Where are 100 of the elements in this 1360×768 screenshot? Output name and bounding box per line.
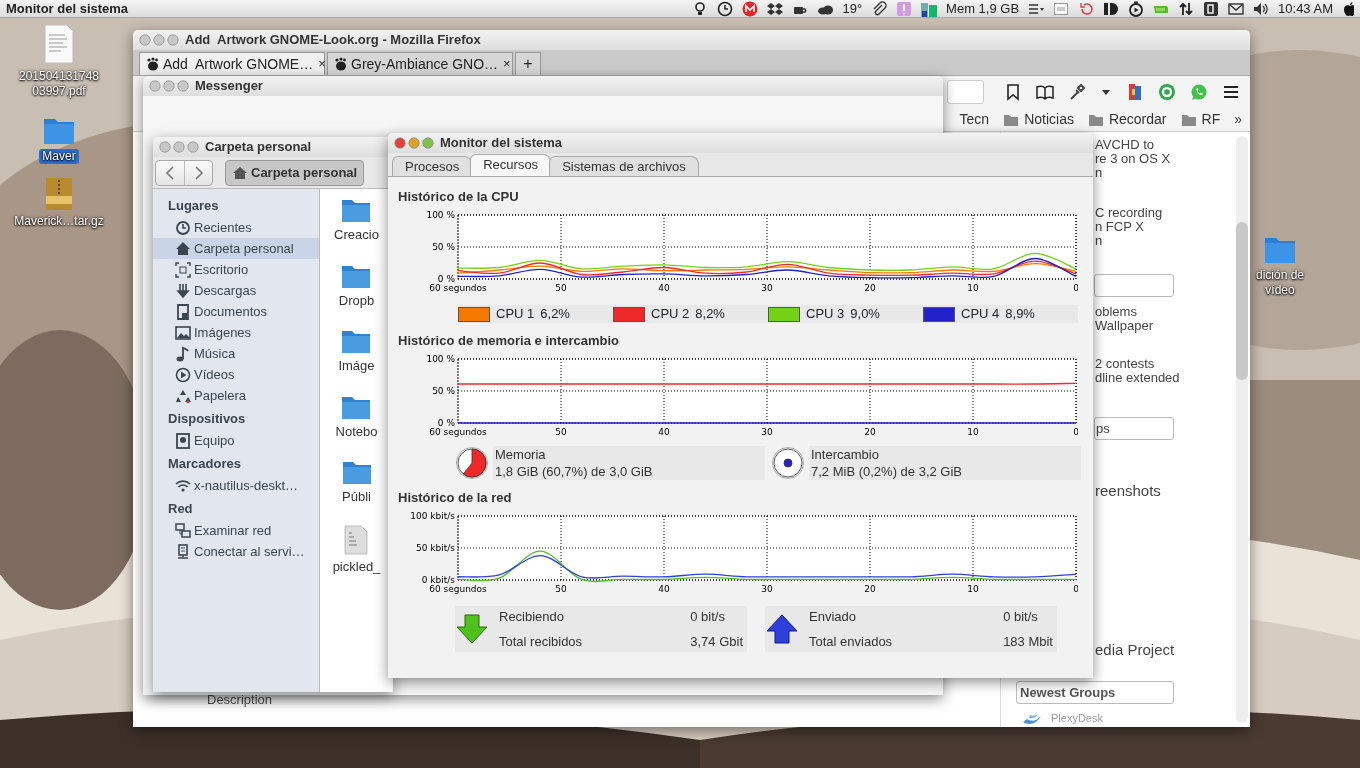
text-line: oblems (1095, 305, 1138, 319)
axis-label: 0 kbit/s (421, 575, 455, 585)
paperclip-icon[interactable] (871, 0, 888, 17)
badge-icon[interactable] (742, 0, 759, 17)
clock-icon[interactable] (717, 0, 734, 17)
mail-icon[interactable] (1228, 0, 1245, 17)
sidebar-item[interactable]: Conectar al servi… (153, 541, 319, 562)
image-icon (175, 324, 191, 341)
input-field[interactable] (1094, 274, 1174, 297)
home-icon (232, 165, 248, 180)
text-line: re 3 on OS X (1095, 152, 1172, 166)
half-disc-icon[interactable] (1103, 0, 1120, 17)
input-field[interactable]: ps (1094, 417, 1174, 440)
sidebar-item[interactable]: Carpeta personal (153, 238, 319, 259)
eyedropper-icon[interactable] (1068, 83, 1086, 101)
color-swatch[interactable] (458, 306, 490, 322)
square-icon[interactable] (1203, 0, 1220, 17)
legend-label: Intercambio (811, 446, 880, 463)
bookmark-folder[interactable]: Noticias (1003, 109, 1074, 130)
circle-icon[interactable] (1158, 83, 1176, 101)
window-title: Monitor del sistema (440, 134, 563, 153)
axis-label: 50 (555, 427, 567, 437)
legend-value: 3,74 Gbit (690, 633, 743, 651)
sidebar-item[interactable]: Vídeos (153, 364, 319, 385)
tab[interactable]: Sistemas de archivos (549, 156, 699, 176)
clock-time[interactable]: 10:43 AM (1278, 0, 1333, 19)
sidebar-item[interactable]: Papelera (153, 385, 319, 406)
sidebar-item[interactable]: Imágenes (153, 322, 319, 343)
section-heading: Histórico de la red (398, 489, 513, 506)
text-line: Wallpaper (1095, 319, 1155, 333)
file-label[interactable]: Notebo (335, 421, 378, 441)
more-bookmarks-button[interactable]: » (1234, 109, 1242, 130)
browser-tab[interactable]: Add Artwork GNOME… × (139, 52, 325, 75)
legend-value: 9,0% (850, 305, 880, 324)
window-icon[interactable] (1053, 0, 1070, 17)
book-icon[interactable] (1036, 83, 1054, 101)
file-label[interactable]: pickled_ (332, 556, 381, 576)
wifi-icon (175, 477, 191, 494)
browser-tab[interactable]: Grey-Ambiance GNO… × (327, 52, 513, 75)
axis-label: 0 % (437, 274, 455, 284)
new-tab-button[interactable]: + (515, 52, 541, 75)
folder-icon[interactable] (341, 197, 372, 223)
books-icon[interactable] (1126, 83, 1144, 101)
file-label[interactable]: Maver (39, 149, 79, 164)
sidebar-item[interactable]: Examinar red (153, 520, 319, 541)
window-controls[interactable] (394, 137, 434, 149)
logo-text: PlexyDesk (1051, 711, 1103, 726)
input-field[interactable]: Newest Groups (1016, 681, 1174, 704)
sidebar-item[interactable]: Documentos (153, 301, 319, 322)
bookmark-folder[interactable]: RF (1180, 109, 1221, 130)
scrollbar[interactable] (1236, 136, 1248, 723)
timer-icon[interactable] (1128, 0, 1145, 17)
axis-label: 0 (1073, 584, 1078, 594)
transfer-icon[interactable] (1178, 0, 1195, 17)
file-icon[interactable] (344, 524, 369, 555)
file-label[interactable]: Imáge (338, 356, 375, 376)
address-field[interactable] (947, 80, 984, 104)
tab[interactable]: Recursos (470, 154, 552, 176)
color-swatch[interactable] (768, 306, 800, 322)
app-name[interactable]: Monitor del sistema (6, 0, 129, 19)
close-tab-button[interactable]: × (318, 54, 326, 74)
axis-label: 10 (967, 427, 979, 437)
sidebar-item[interactable]: x-nautilus-deskt… (153, 475, 319, 496)
folder-icon[interactable] (341, 328, 372, 354)
legend-value: 6,2% (540, 305, 570, 324)
axis-label: 0 % (437, 418, 455, 428)
diamond-icon[interactable] (767, 0, 784, 17)
text-line: AVCHD to (1095, 138, 1155, 152)
bookmark-folder[interactable]: Tecn (959, 109, 990, 130)
close-tab-button[interactable]: × (503, 54, 511, 74)
path-button[interactable]: Carpeta personal (225, 159, 365, 186)
memory-graph-icon[interactable] (921, 0, 938, 17)
legend-label: Enviado (809, 607, 857, 626)
sidebar-item[interactable]: Recientes (153, 217, 319, 238)
file-label[interactable]: Creacio (334, 225, 379, 245)
bookmark-icon[interactable] (1004, 83, 1022, 101)
sidebar-item[interactable]: Escritorio (153, 259, 319, 280)
refresh-icon[interactable] (1078, 0, 1095, 17)
apple-icon[interactable] (1342, 0, 1354, 17)
bookmark-folder[interactable]: Recordar (1087, 109, 1167, 130)
menu-icon[interactable] (1222, 83, 1240, 101)
tab[interactable]: Procesos (392, 156, 473, 176)
legend-label: Total recibidos (499, 633, 584, 651)
sidebar-item[interactable]: Descargas (153, 280, 319, 301)
axis-label: 40 (658, 427, 670, 437)
text-line: dline extended (1095, 371, 1181, 385)
legend-value: 8,2% (695, 305, 725, 324)
axis-label: 100 kbit/s (410, 511, 455, 521)
axis-label: 0 (1073, 427, 1078, 437)
sidebar-item[interactable]: Música (153, 343, 319, 364)
sidebar-item[interactable]: Equipo (153, 430, 319, 451)
color-swatch[interactable] (923, 306, 955, 322)
color-swatch[interactable] (613, 306, 645, 322)
file-label[interactable]: Dropb (338, 290, 375, 310)
usage-pie-icon (771, 446, 805, 480)
file-label[interactable]: Públi (342, 487, 371, 507)
folder-icon[interactable] (341, 459, 372, 485)
legend-label: CPU 1 (496, 305, 535, 324)
window-title: Carpeta personal (205, 138, 312, 157)
axis-label: 30 (761, 584, 773, 594)
